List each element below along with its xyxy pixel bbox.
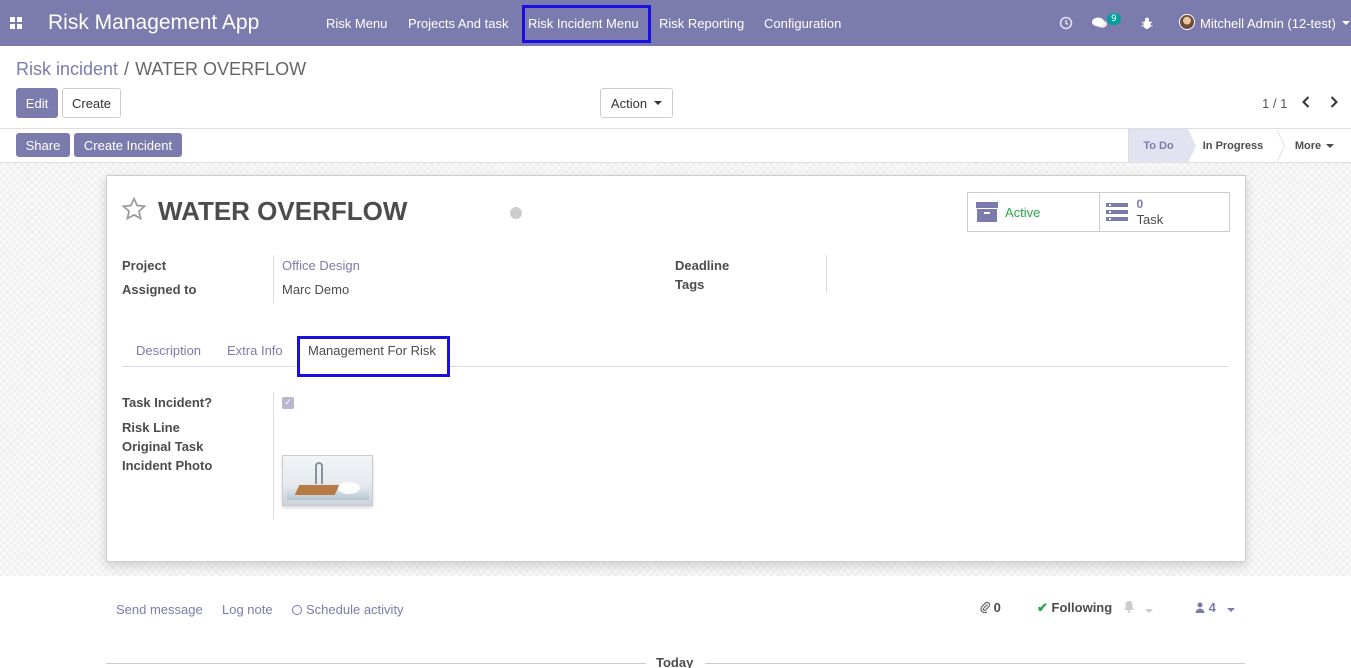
field-separator — [273, 255, 274, 303]
log-note-link[interactable]: Log note — [222, 602, 273, 617]
action-dropdown-button[interactable]: Action — [600, 88, 673, 118]
form-statusbar: Share Create Incident To Do In Progress … — [0, 129, 1351, 163]
send-message-link[interactable]: Send message — [116, 602, 203, 617]
stage-more-label: More — [1294, 139, 1322, 152]
user-name: Mitchell Admin (12-test) — [1200, 15, 1336, 31]
followers-count: 4 — [1208, 600, 1216, 615]
bell-caret-icon — [1144, 609, 1153, 613]
action-label: Action — [610, 95, 648, 111]
debug-bug-icon[interactable] — [1141, 0, 1153, 46]
active-status-label: Active — [1005, 205, 1041, 220]
field-separator — [826, 255, 827, 294]
priority-star-icon[interactable] — [121, 196, 147, 228]
active-toggle-button[interactable]: Active — [968, 193, 1099, 231]
menu-risk-menu[interactable]: Risk Menu — [326, 0, 387, 46]
task-label: Task — [1136, 212, 1164, 227]
task-smart-button[interactable]: 0 Task — [1098, 193, 1230, 231]
record-title[interactable]: WATER OVERFLOW — [158, 196, 407, 227]
project-value[interactable]: Office Design — [282, 258, 360, 273]
form-sheet — [106, 175, 1246, 562]
breadcrumb-parent-link[interactable]: Risk incident — [16, 59, 118, 79]
following-label: Following — [1051, 600, 1113, 615]
field-separator — [273, 392, 274, 519]
smart-buttons: Active 0 Task — [967, 192, 1230, 232]
apps-grid-icon[interactable] — [10, 0, 24, 46]
tab-extra-info[interactable]: Extra Info — [227, 343, 283, 358]
tab-description[interactable]: Description — [136, 343, 201, 358]
attachments-count: 0 — [993, 600, 1001, 615]
stage-in-progress[interactable]: In Progress — [1188, 129, 1278, 162]
menu-highlight-box — [522, 5, 651, 43]
tab-management-for-risk[interactable]: Management For Risk — [308, 343, 436, 358]
pager-value[interactable]: 1 / 1 — [1262, 96, 1287, 111]
risk-line-label: Risk Line — [122, 420, 180, 435]
archive-icon — [976, 202, 998, 222]
create-button[interactable]: Create — [62, 88, 121, 118]
stage-to-do[interactable]: To Do — [1128, 129, 1188, 162]
edit-button[interactable]: Edit — [16, 88, 58, 118]
breadcrumb: Risk incident / WATER OVERFLOW — [16, 59, 306, 80]
menu-risk-reporting[interactable]: Risk Reporting — [659, 0, 744, 46]
pager-next-icon[interactable] — [1329, 94, 1339, 113]
assigned-to-value[interactable]: Marc Demo — [282, 282, 349, 297]
incident-photo-image[interactable] — [282, 455, 373, 506]
paperclip-icon — [980, 601, 991, 614]
breadcrumb-current: WATER OVERFLOW — [135, 59, 307, 79]
more-caret-icon — [1326, 143, 1335, 148]
task-incident-label: Task Incident? — [122, 395, 213, 410]
today-divider-left — [106, 663, 646, 664]
schedule-activity-label: Schedule activity — [306, 602, 404, 617]
check-icon: ✔ — [1037, 600, 1048, 615]
task-incident-checkbox[interactable]: ✓ — [282, 397, 294, 409]
user-icon — [1195, 602, 1205, 613]
followers-caret-icon — [1227, 608, 1236, 612]
notification-bell-icon[interactable] — [1123, 600, 1153, 616]
create-incident-button[interactable]: Create Incident — [74, 133, 182, 157]
share-button[interactable]: Share — [16, 133, 70, 157]
schedule-activity-link[interactable]: Schedule activity — [292, 602, 404, 617]
menu-projects-and-task[interactable]: Projects And task — [408, 0, 508, 46]
app-brand[interactable]: Risk Management App — [48, 0, 259, 46]
project-label: Project — [122, 258, 167, 273]
breadcrumb-separator: / — [124, 59, 130, 79]
messages-count-badge: 9 — [1107, 13, 1121, 25]
kanban-state-dot[interactable] — [510, 207, 522, 219]
followers-button[interactable]: 4 — [1195, 600, 1236, 615]
today-label: Today — [656, 655, 694, 668]
original-task-label: Original Task — [122, 439, 204, 454]
user-avatar[interactable] — [1179, 14, 1195, 30]
activity-clock-icon[interactable] — [1059, 0, 1073, 46]
messages-icon[interactable] — [1092, 0, 1108, 46]
user-dropdown-caret-icon — [1341, 21, 1350, 25]
following-button[interactable]: ✔ Following — [1037, 600, 1112, 616]
assigned-to-label: Assigned to — [122, 282, 197, 297]
deadline-label: Deadline — [675, 258, 730, 273]
clock-icon — [292, 605, 302, 615]
tasks-icon — [1105, 203, 1128, 221]
incident-photo-label: Incident Photo — [122, 458, 213, 473]
pager-previous-icon[interactable] — [1301, 94, 1311, 113]
task-count: 0 — [1136, 197, 1144, 211]
attachments-button[interactable]: 0 — [980, 600, 1001, 615]
stage-more-dropdown[interactable]: More — [1278, 129, 1351, 162]
tags-label: Tags — [675, 277, 705, 292]
menu-configuration[interactable]: Configuration — [764, 0, 841, 46]
tabs-underline — [122, 366, 1229, 367]
today-divider-right — [705, 663, 1245, 664]
top-navbar: Risk Management App Risk Menu Projects A… — [0, 0, 1351, 46]
user-menu[interactable]: Mitchell Admin (12-test) — [1200, 0, 1350, 46]
action-caret-icon — [654, 101, 663, 105]
